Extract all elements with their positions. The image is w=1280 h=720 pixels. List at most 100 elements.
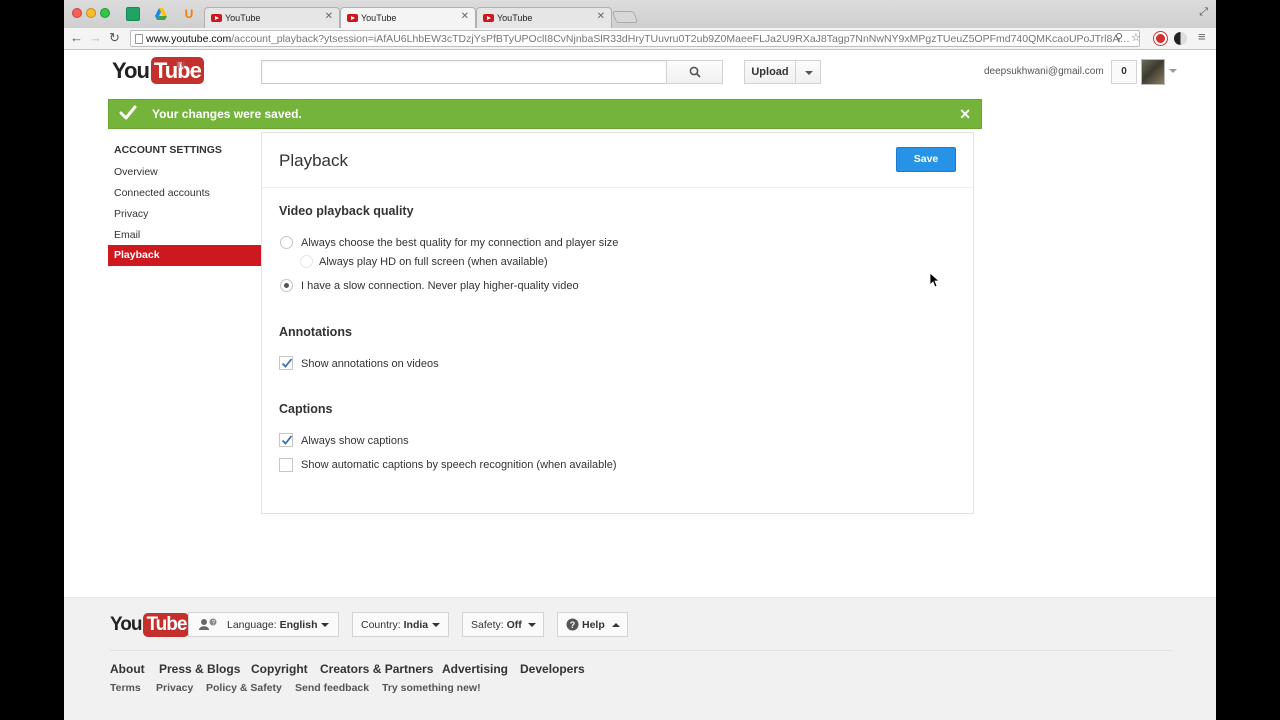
radio-hd-fullscreen-label: Always play HD on full screen (when avai…: [319, 256, 548, 268]
language-value: English: [279, 619, 318, 631]
help-label: Help: [582, 619, 605, 631]
safety-label: Safety:: [471, 619, 504, 631]
alert-close-icon[interactable]: ✕: [959, 106, 971, 123]
svg-text:?: ?: [570, 620, 576, 630]
footer-link-policy-safety[interactable]: Policy & Safety: [206, 682, 282, 694]
section-title-quality: Video playback quality: [279, 204, 414, 218]
search-input[interactable]: [261, 60, 667, 84]
safety-button[interactable]: Safety: Off: [462, 612, 544, 637]
radio-hd-fullscreen[interactable]: [300, 255, 313, 268]
tab-title: YouTube: [497, 13, 533, 23]
browser-tab-active[interactable]: YouTube ✕: [340, 7, 476, 28]
checkbox-always-captions[interactable]: [279, 433, 293, 447]
settings-panel: Playback Save Video playback quality Alw…: [261, 132, 974, 514]
youtube-logo[interactable]: You Tube: [112, 57, 204, 84]
radio-best-quality[interactable]: [280, 236, 293, 249]
url-path: /account_playback?ytsession=iAfAU6LhbEW3…: [231, 33, 1130, 45]
tab-close-icon[interactable]: ✕: [325, 11, 333, 22]
sidebar-item-email[interactable]: Email: [108, 225, 261, 246]
browser-tab[interactable]: YouTube ✕: [476, 7, 612, 28]
browser-window: U YouTube ✕ YouTube ✕ YouTube ✕ ⤢ ← → ↻ …: [64, 0, 1216, 720]
search-button[interactable]: [666, 60, 723, 84]
user-email[interactable]: deepsukhwani@gmail.com: [984, 66, 1104, 77]
reload-icon[interactable]: ↻: [109, 30, 120, 46]
language-button[interactable]: ? Language: English: [188, 612, 339, 637]
country-code: IN: [176, 60, 185, 70]
divider: [262, 187, 973, 188]
notification-count-button[interactable]: 0: [1111, 60, 1137, 84]
footer-link-try-something-new[interactable]: Try something new!: [382, 682, 481, 694]
extension-contrast-icon[interactable]: [1174, 32, 1187, 45]
sidebar-header: ACCOUNT SETTINGS: [114, 144, 222, 156]
upload-dropdown-button[interactable]: [795, 60, 821, 84]
youtube-favicon-icon: [211, 14, 222, 22]
new-tab-button[interactable]: [611, 11, 639, 23]
url-host: www.youtube.com: [146, 33, 232, 45]
minimize-window-button[interactable]: [86, 8, 96, 18]
tab-strip: U YouTube ✕ YouTube ✕ YouTube ✕ ⤢: [64, 0, 1216, 28]
youtube-favicon-icon: [347, 14, 358, 22]
pinned-tab-u-icon[interactable]: U: [182, 7, 196, 21]
sidebar-item-privacy[interactable]: Privacy: [108, 204, 261, 225]
fullscreen-icon[interactable]: ⤢: [1199, 6, 1208, 19]
footer-link-developers[interactable]: Developers: [520, 662, 585, 676]
footer-link-about[interactable]: About: [110, 662, 145, 676]
help-icon: ?: [566, 618, 579, 631]
address-bar[interactable]: www.youtube.com/account_playback?ytsessi…: [130, 30, 1140, 47]
footer-link-copyright[interactable]: Copyright: [251, 662, 308, 676]
footer-link-terms[interactable]: Terms: [110, 682, 141, 694]
radio-slow-connection-label: I have a slow connection. Never play hig…: [301, 280, 579, 292]
checkbox-auto-captions-label: Show automatic captions by speech recogn…: [301, 459, 617, 471]
checkbox-annotations[interactable]: [279, 356, 293, 370]
safety-value: Off: [506, 619, 522, 631]
country-button[interactable]: Country: India: [352, 612, 449, 637]
mouse-cursor-icon: [930, 273, 940, 288]
checkbox-auto-captions[interactable]: [279, 458, 293, 472]
page-title: Playback: [279, 151, 348, 170]
footer-youtube-logo[interactable]: You Tube: [110, 613, 190, 637]
country-value: India: [403, 619, 429, 631]
section-title-annotations: Annotations: [279, 325, 352, 339]
forward-arrow-icon[interactable]: →: [89, 30, 102, 45]
checkmark-icon: [281, 435, 293, 445]
alert-message: Your changes were saved.: [152, 107, 302, 121]
account-caret-icon[interactable]: [1169, 69, 1177, 73]
radio-best-quality-label: Always choose the best quality for my co…: [301, 237, 619, 249]
chevron-down-icon: [432, 623, 440, 627]
chevron-down-icon: [528, 623, 536, 627]
close-window-button[interactable]: [72, 8, 82, 18]
menu-icon[interactable]: ≡: [1198, 29, 1206, 44]
back-arrow-icon[interactable]: ←: [70, 30, 83, 45]
language-people-icon: ?: [199, 618, 217, 630]
footer: You Tube ? Language: English Country: Ind…: [64, 597, 1216, 720]
radio-slow-connection[interactable]: [280, 279, 293, 292]
pinned-tab-drive-icon[interactable]: [154, 7, 168, 21]
browser-tab[interactable]: YouTube ✕: [204, 7, 340, 28]
tab-close-icon[interactable]: ✕: [597, 11, 605, 22]
footer-link-send-feedback[interactable]: Send feedback: [295, 682, 369, 694]
chevron-down-icon: [321, 623, 329, 627]
save-button[interactable]: Save: [896, 147, 956, 172]
footer-link-creators-partners[interactable]: Creators & Partners: [320, 662, 433, 676]
youtube-favicon-icon: [483, 14, 494, 22]
sidebar-item-connected-accounts[interactable]: Connected accounts: [108, 183, 261, 204]
zoom-magnifier-icon[interactable]: ⚲: [1115, 31, 1123, 44]
sidebar-item-overview[interactable]: Overview: [108, 162, 261, 183]
footer-link-press-blogs[interactable]: Press & Blogs: [159, 662, 240, 676]
pinned-tab-sheets-icon[interactable]: [126, 7, 140, 21]
checkmark-icon: [281, 358, 293, 368]
checkbox-annotations-label: Show annotations on videos: [301, 358, 439, 370]
footer-link-privacy[interactable]: Privacy: [156, 682, 193, 694]
footer-link-advertising[interactable]: Advertising: [442, 662, 508, 676]
tab-title: YouTube: [225, 13, 261, 23]
upload-button[interactable]: Upload: [744, 60, 796, 84]
zoom-window-button[interactable]: [100, 8, 110, 18]
tab-close-icon[interactable]: ✕: [461, 11, 469, 22]
bookmark-star-icon[interactable]: ☆: [1131, 31, 1141, 44]
sidebar-item-playback[interactable]: Playback: [108, 245, 261, 266]
help-button[interactable]: ? Help: [557, 612, 628, 637]
logo-you-text: You: [112, 57, 150, 83]
extension-opera-icon[interactable]: [1154, 32, 1167, 45]
success-alert: Your changes were saved. ✕: [108, 99, 982, 129]
avatar[interactable]: [1141, 59, 1165, 85]
